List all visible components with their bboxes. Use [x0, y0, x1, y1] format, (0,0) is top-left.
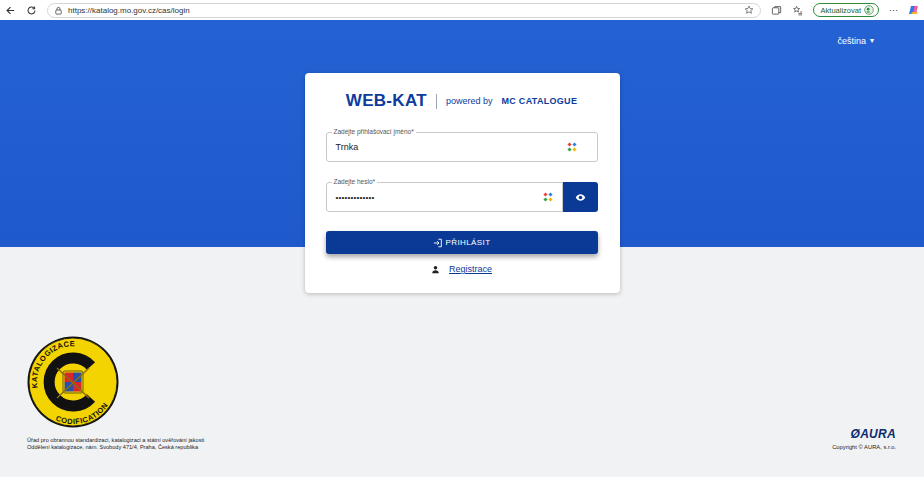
url-text[interactable]: https://katalog.mo.gov.cz/cas/login — [68, 6, 739, 15]
more-button[interactable]: ··· — [889, 5, 898, 15]
page-footer: KATALOGIZACECODIFICATION Úřad pro obranno… — [0, 336, 924, 477]
lock-icon — [54, 6, 63, 15]
username-field-row: Zadejte přihlašovací jméno*Trnka — [326, 132, 598, 162]
app-title: WEB-KATpowered byMC CATALOGUE — [326, 91, 598, 111]
password-input[interactable]: Zadejte heslo*••••••••••••• — [326, 182, 563, 212]
show-password-button[interactable] — [563, 182, 598, 212]
browser-toolbar: https://katalog.mo.gov.cz/cas/login Aktua… — [0, 0, 924, 20]
update-button[interactable]: Aktualizovat — [813, 3, 879, 17]
password-field-row: Zadejte heslo*••••••••••••• — [326, 182, 598, 212]
aura-logo: ØAURA — [851, 427, 897, 441]
username-input[interactable]: Zadejte přihlašovací jméno*Trnka — [326, 132, 598, 162]
address-bar[interactable]: https://katalog.mo.gov.cz/cas/login — [47, 3, 761, 18]
register-link[interactable]: Registrace — [449, 264, 492, 274]
vendor-info: ØAURACopyright © AURA, s.r.o. — [832, 427, 896, 450]
login-card: WEB-KATpowered byMC CATALOGUE Zadejte při… — [305, 73, 620, 293]
password-manager-icon[interactable] — [567, 142, 577, 152]
language-selector[interactable]: čeština▾ — [837, 35, 874, 47]
password-manager-icon[interactable] — [543, 192, 553, 202]
eye-icon — [575, 192, 586, 203]
codification-emblem-icon: KATALOGIZACECODIFICATION — [27, 336, 119, 428]
login-icon — [433, 238, 443, 248]
browser-window: https://katalog.mo.gov.cz/cas/login Aktua… — [0, 0, 924, 477]
favorites-icon[interactable] — [792, 5, 803, 16]
tab-actions-icon[interactable] — [771, 5, 782, 16]
profile-icon — [864, 5, 874, 15]
person-icon — [431, 265, 440, 274]
refresh-icon[interactable] — [26, 5, 37, 16]
organization-info: Úřad pro obrannou standardizaci, katalog… — [27, 437, 204, 450]
login-button[interactable]: PŘIHLÁSIT — [326, 231, 598, 254]
copilot-icon[interactable] — [908, 4, 920, 16]
favorite-star-icon[interactable] — [744, 5, 754, 15]
back-arrow-icon[interactable] — [5, 5, 16, 16]
login-page: čeština▾ WEB-KATpowered byMC CATALOGUE Zad… — [0, 20, 924, 477]
